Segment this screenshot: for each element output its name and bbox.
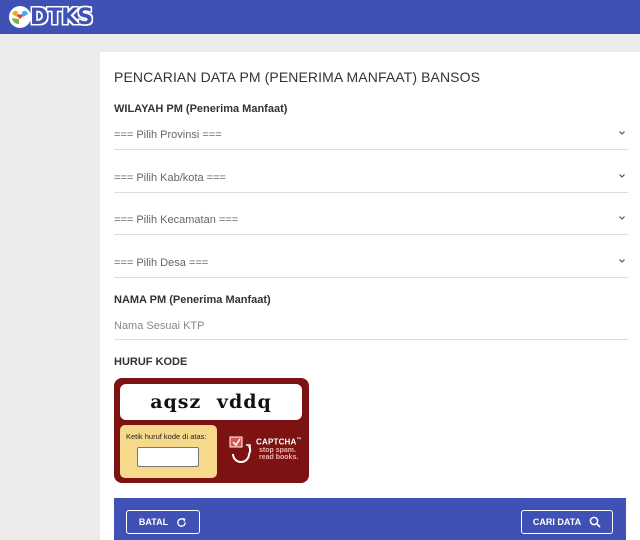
hands-heart-icon — [9, 6, 31, 28]
search-form-card: PENCARIAN DATA PM (PENERIMA MANFAAT) BAN… — [100, 52, 640, 540]
refresh-icon — [177, 517, 186, 527]
kabkota-select[interactable]: === Pilih Kab/kota === — [114, 165, 628, 193]
action-bar: BATAL CARI DATA — [114, 498, 626, 540]
page-title: PENCARIAN DATA PM (PENERIMA MANFAAT) BAN… — [114, 69, 481, 85]
captcha-word: aqsz vddq — [150, 391, 272, 413]
wilayah-label: WILAYAH PM (Penerima Manfaat) — [114, 103, 288, 115]
cari-data-button[interactable]: CARI DATA — [521, 510, 613, 534]
captcha-input[interactable] — [137, 447, 199, 467]
desa-select[interactable]: === Pilih Desa === — [114, 250, 628, 278]
kabkota-select-value: === Pilih Kab/kota === — [114, 172, 226, 184]
captcha-image: aqsz vddq — [120, 384, 302, 420]
chevron-down-icon — [619, 259, 625, 263]
nama-label: NAMA PM (Penerima Manfaat) — [114, 294, 271, 306]
logo-text: DTKS — [30, 4, 93, 30]
captcha-brand: CAPTCHA™ stop spam. read books. — [226, 432, 306, 476]
desa-select-value: === Pilih Desa === — [114, 257, 209, 269]
batal-button[interactable]: BATAL — [126, 510, 200, 534]
top-navbar: DTKS — [0, 0, 640, 34]
huruf-kode-label: HURUF KODE — [114, 356, 188, 368]
chevron-down-icon — [619, 216, 625, 220]
captcha-tagline-2: read books. — [259, 454, 299, 461]
kecamatan-select[interactable]: === Pilih Kecamatan === — [114, 207, 628, 235]
cari-data-button-label: CARI DATA — [532, 517, 582, 527]
captcha-tagline-1: stop spam. — [259, 447, 296, 454]
provinsi-select-value: === Pilih Provinsi === — [114, 129, 222, 141]
captcha-entry-box: Ketik huruf kode di atas: — [120, 425, 217, 478]
chevron-down-icon — [619, 174, 625, 178]
chevron-down-icon — [619, 131, 625, 135]
provinsi-select[interactable]: === Pilih Provinsi === — [114, 122, 628, 150]
captcha-brand-name: CAPTCHA™ — [256, 437, 302, 447]
captcha-trademark: ™ — [296, 437, 302, 443]
captcha-refresh-icon[interactable] — [228, 434, 254, 464]
batal-button-label: BATAL — [138, 517, 169, 527]
kecamatan-select-value: === Pilih Kecamatan === — [114, 214, 239, 226]
captcha-prompt: Ketik huruf kode di atas: — [126, 432, 207, 441]
captcha-brand-text: CAPTCHA — [256, 437, 297, 447]
captcha-widget: aqsz vddq Ketik huruf kode di atas: CAPT… — [114, 378, 309, 483]
captcha-tagline: stop spam. read books. — [259, 447, 298, 461]
dtks-logo[interactable]: DTKS — [8, 4, 93, 30]
nama-input[interactable] — [114, 312, 628, 340]
search-icon — [589, 516, 601, 528]
